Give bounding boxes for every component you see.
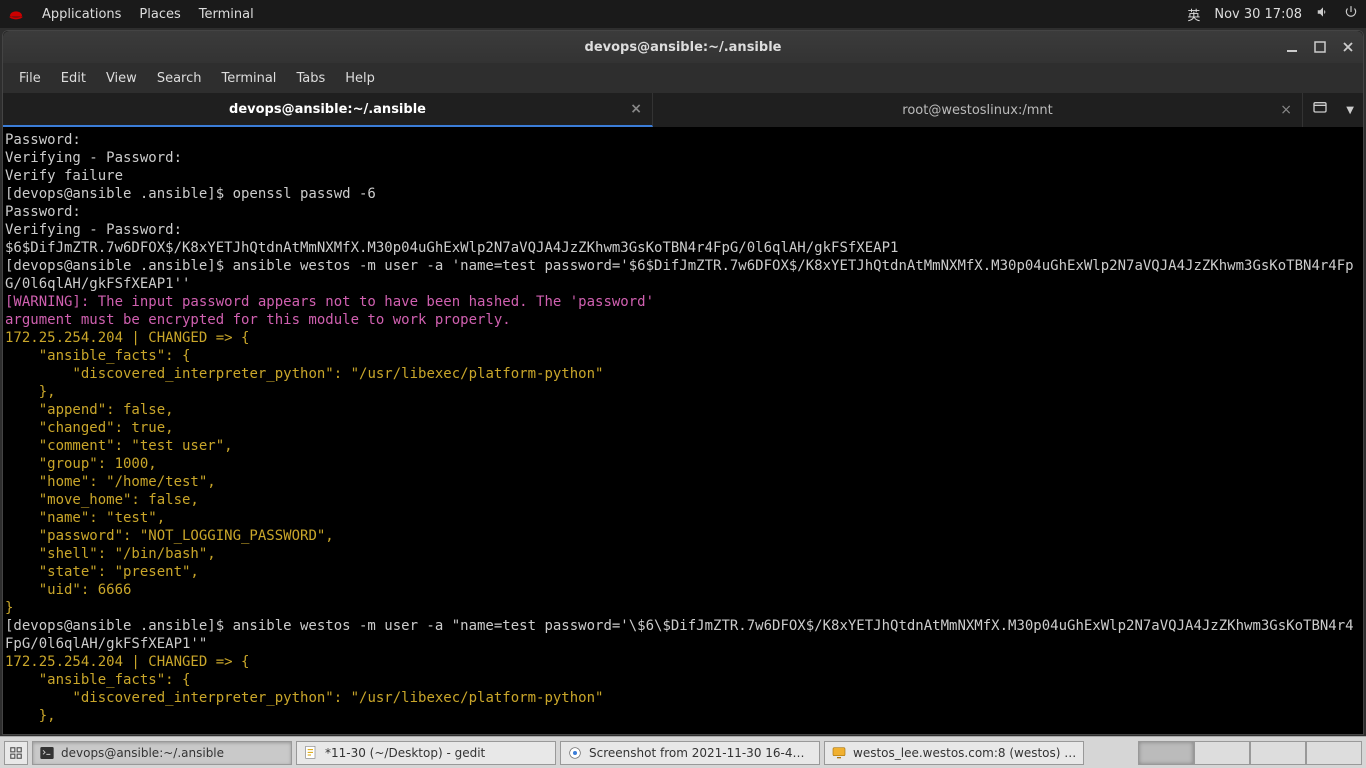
- menu-terminal[interactable]: Terminal: [211, 67, 286, 90]
- terminal-line: [devops@ansible .ansible]$ ansible westo…: [5, 617, 1361, 653]
- taskbar-entry-gedit[interactable]: *11-30 (~/Desktop) - gedit: [296, 741, 556, 765]
- workspace-2[interactable]: [1194, 741, 1250, 765]
- terminal-line: "home": "/home/test",: [5, 473, 1361, 491]
- terminal-line: [devops@ansible .ansible]$ ansible westo…: [5, 257, 1361, 293]
- gnome-top-panel: Applications Places Terminal 英 Nov 30 17…: [0, 0, 1366, 28]
- terminal-line: argument must be encrypted for this modu…: [5, 311, 1361, 329]
- task-label: *11-30 (~/Desktop) - gedit: [325, 746, 485, 760]
- terminal-window: devops@ansible:~/.ansible File Edit View…: [2, 30, 1364, 735]
- terminal-line: "uid": 6666: [5, 581, 1361, 599]
- workspace-pager[interactable]: [1138, 741, 1362, 765]
- tab-label: devops@ansible:~/.ansible: [229, 102, 426, 117]
- terminal-line: "discovered_interpreter_python": "/usr/l…: [5, 365, 1361, 383]
- terminal-line: "state": "present",: [5, 563, 1361, 581]
- terminal-line: "comment": "test user",: [5, 437, 1361, 455]
- ime-indicator[interactable]: 英: [1187, 5, 1200, 24]
- applications-menu[interactable]: Applications: [42, 7, 121, 22]
- workspace-4[interactable]: [1306, 741, 1362, 765]
- show-desktop-button[interactable]: [4, 741, 28, 765]
- terminal-line: Password:: [5, 203, 1361, 221]
- volume-icon[interactable]: [1316, 5, 1330, 23]
- tab-close-icon[interactable]: ×: [630, 101, 642, 117]
- terminal-menubar: File Edit View Search Terminal Tabs Help: [3, 63, 1363, 93]
- menu-file[interactable]: File: [9, 67, 51, 90]
- terminal-line: "shell": "/bin/bash",: [5, 545, 1361, 563]
- gedit-icon: [303, 745, 319, 761]
- tab-dropdown-icon[interactable]: ▼: [1346, 105, 1354, 116]
- redhat-icon: [8, 6, 24, 22]
- terminal-tabbar: devops@ansible:~/.ansible × root@westosl…: [3, 93, 1363, 127]
- terminal-tab-2[interactable]: root@westoslinux:/mnt ×: [653, 93, 1303, 127]
- taskbar-entry-remote[interactable]: westos_lee.westos.com:8 (westos) …: [824, 741, 1084, 765]
- terminal-line: "password": "NOT_LOGGING_PASSWORD",: [5, 527, 1361, 545]
- terminal-line: }: [5, 599, 1361, 617]
- terminal-tab-1[interactable]: devops@ansible:~/.ansible ×: [3, 93, 653, 127]
- terminal-line: "discovered_interpreter_python": "/usr/l…: [5, 689, 1361, 707]
- terminal-line: },: [5, 707, 1361, 725]
- terminal-line: Verifying - Password:: [5, 149, 1361, 167]
- gnome-bottom-panel: devops@ansible:~/.ansible *11-30 (~/Desk…: [0, 736, 1366, 768]
- task-label: Screenshot from 2021-11-30 16-4…: [589, 746, 805, 760]
- menu-edit[interactable]: Edit: [51, 67, 96, 90]
- places-menu[interactable]: Places: [139, 7, 180, 22]
- remote-desktop-icon: [831, 745, 847, 761]
- menu-help[interactable]: Help: [335, 67, 385, 90]
- tab-close-icon[interactable]: ×: [1280, 102, 1292, 118]
- window-titlebar[interactable]: devops@ansible:~/.ansible: [3, 31, 1363, 63]
- task-label: devops@ansible:~/.ansible: [61, 746, 224, 760]
- terminal-line: "name": "test",: [5, 509, 1361, 527]
- tab-label: root@westoslinux:/mnt: [902, 103, 1052, 118]
- terminal-line: "group": 1000,: [5, 455, 1361, 473]
- power-icon[interactable]: [1344, 5, 1358, 23]
- terminal-output[interactable]: Password: Verifying - Password: Verify f…: [3, 127, 1363, 734]
- terminal-line: Verify failure: [5, 167, 1361, 185]
- clock[interactable]: Nov 30 17:08: [1214, 7, 1302, 22]
- menu-view[interactable]: View: [96, 67, 147, 90]
- menu-search[interactable]: Search: [147, 67, 212, 90]
- terminal-line: "ansible_facts": {: [5, 347, 1361, 365]
- terminal-line: "move_home": false,: [5, 491, 1361, 509]
- maximize-button[interactable]: [1313, 40, 1327, 54]
- terminal-line: },: [5, 383, 1361, 401]
- workspace-3[interactable]: [1250, 741, 1306, 765]
- terminal-line: 172.25.254.204 | CHANGED => {: [5, 329, 1361, 347]
- window-title: devops@ansible:~/.ansible: [13, 40, 1353, 55]
- terminal-icon: [39, 745, 55, 761]
- terminal-line: $6$DifJmZTR.7w6DFOX$/K8xYETJhQtdnAtMmNXM…: [5, 239, 1361, 257]
- menu-tabs[interactable]: Tabs: [286, 67, 335, 90]
- terminal-line: "changed": true,: [5, 419, 1361, 437]
- workspace-1[interactable]: [1138, 741, 1194, 765]
- terminal-line: [WARNING]: The input password appears no…: [5, 293, 1361, 311]
- minimize-button[interactable]: [1285, 40, 1299, 54]
- taskbar-entry-terminal[interactable]: devops@ansible:~/.ansible: [32, 741, 292, 765]
- terminal-line: "ansible_facts": {: [5, 671, 1361, 689]
- image-viewer-icon: [567, 745, 583, 761]
- terminal-line: Verifying - Password:: [5, 221, 1361, 239]
- taskbar-entry-screenshot[interactable]: Screenshot from 2021-11-30 16-4…: [560, 741, 820, 765]
- terminal-line: Password:: [5, 131, 1361, 149]
- terminal-line: [devops@ansible .ansible]$ openssl passw…: [5, 185, 1361, 203]
- close-button[interactable]: [1341, 40, 1355, 54]
- terminal-menu-indicator[interactable]: Terminal: [199, 7, 254, 22]
- terminal-line: "append": false,: [5, 401, 1361, 419]
- tab-menu-icon[interactable]: [1312, 100, 1328, 120]
- task-label: westos_lee.westos.com:8 (westos) …: [853, 746, 1076, 760]
- terminal-line: 172.25.254.204 | CHANGED => {: [5, 653, 1361, 671]
